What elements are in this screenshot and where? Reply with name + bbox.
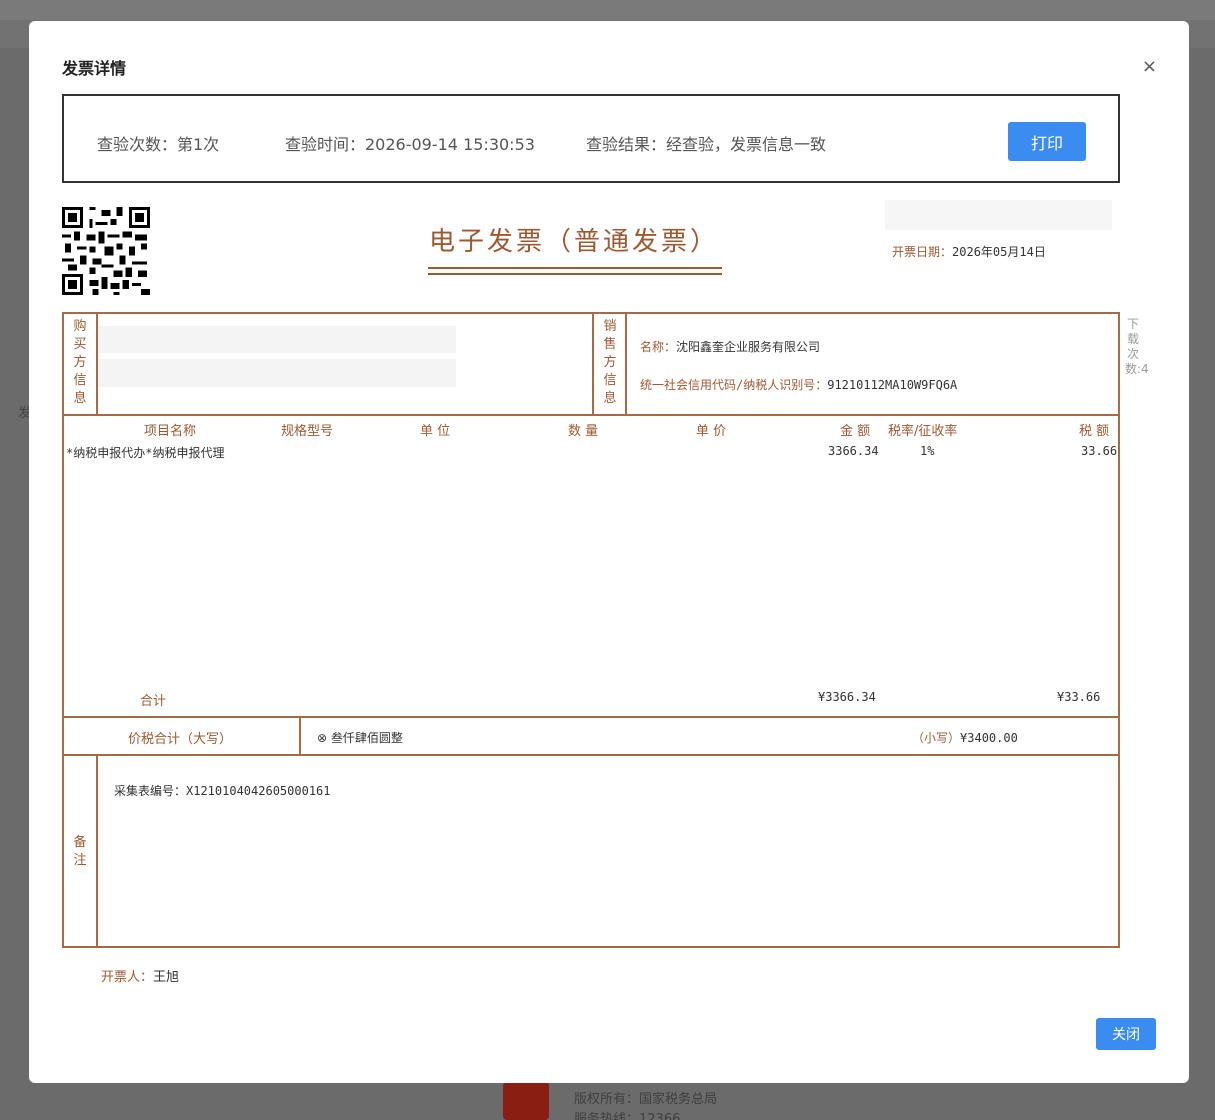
- seller-label-char: 销: [603, 319, 617, 334]
- divider: [299, 718, 301, 754]
- buyer-label-char: 方: [73, 355, 87, 370]
- seller-tax-id-label: 统一社会信用代码/纳税人识别号：: [640, 378, 828, 392]
- seller-name-value: 沈阳鑫奎企业服务有限公司: [676, 340, 821, 354]
- invoice-table: 购 买 方 信 息 销 售 方 信 息 名称：沈阳鑫奎企业服务有限公司 统一社会…: [62, 312, 1120, 948]
- title-underline: [428, 273, 722, 275]
- seller-tax-id: 统一社会信用代码/纳税人识别号：91210112MA10W9FQ6A: [640, 376, 957, 393]
- redacted-area: [885, 200, 1112, 230]
- remark-label-char: 备: [73, 835, 87, 850]
- issue-date-label: 开票日期：: [892, 245, 953, 259]
- remark-text: 采集表编号：X1210104042605000161: [114, 784, 331, 798]
- remark-label: 备 注: [64, 834, 96, 870]
- download-count: 下载次数:4: [1125, 317, 1149, 376]
- redacted-buyer-name: [98, 326, 456, 353]
- seller-label: 销 售 方 信 息: [594, 318, 626, 408]
- subtotal-label: 合计: [140, 694, 167, 709]
- invoice-detail-modal: 发票详情 × 查验次数：第1次 查验时间：2026-09-14 15:30:53…: [29, 21, 1189, 1083]
- col-amount: 金 额: [840, 424, 871, 439]
- seller-label-char: 息: [603, 391, 617, 406]
- print-button[interactable]: 打印: [1008, 122, 1086, 161]
- qr-code-icon: [62, 207, 150, 295]
- col-qty: 数 量: [568, 424, 599, 439]
- title-underline: [428, 267, 722, 269]
- col-tax-rate: 税率/征收率: [888, 424, 958, 439]
- seller-label-char: 信: [603, 373, 617, 388]
- seller-label-char: 方: [603, 355, 617, 370]
- divider: [625, 314, 627, 414]
- subtotal-tax: ¥33.66: [1057, 690, 1101, 704]
- close-icon[interactable]: ×: [1142, 56, 1157, 77]
- total-small: （小写）¥3400.00: [912, 729, 1018, 746]
- col-tax: 税 额: [1079, 424, 1110, 439]
- remark-label-char: 注: [73, 853, 87, 868]
- subtotal-amount: ¥3366.34: [818, 690, 876, 704]
- total-row: 价税合计（大写） ⊗ 叁仟肆佰圆整 （小写）¥3400.00: [64, 716, 1118, 756]
- invoice-title: 电子发票（普通发票）: [429, 227, 720, 257]
- verify-time: 查验时间：2026-09-14 15:30:53: [285, 135, 535, 154]
- col-unit: 单 位: [420, 424, 451, 439]
- invoice-drawer: 开票人：王旭: [101, 966, 179, 985]
- buyer-label: 购 买 方 信 息: [64, 318, 96, 408]
- issue-date: 开票日期：2026年05月14日: [892, 243, 1046, 260]
- drawer-name: 王旭: [153, 970, 180, 985]
- buyer-label-char: 购: [73, 319, 87, 334]
- col-spec: 规格型号: [281, 424, 334, 439]
- total-small-label: （小写）: [912, 731, 961, 745]
- seller-name-label: 名称：: [640, 340, 677, 354]
- col-item-name: 项目名称: [144, 424, 197, 439]
- item-amount: 3366.34: [828, 444, 879, 458]
- item-name: *纳税申报代办*纳税申报代理: [66, 446, 225, 460]
- party-section: 购 买 方 信 息 销 售 方 信 息 名称：沈阳鑫奎企业服务有限公司 统一社会…: [64, 314, 1118, 416]
- total-small-value: ¥3400.00: [960, 731, 1018, 745]
- redacted-buyer-tax-id: [98, 359, 456, 387]
- footer-copyright: 版权所有：国家税务总局: [574, 1092, 718, 1107]
- total-capital: ⊗ 叁仟肆佰圆整: [317, 731, 403, 745]
- issue-date-value: 2026年05月14日: [952, 245, 1046, 259]
- modal-title: 发票详情: [62, 59, 127, 78]
- seller-tax-id-value: 91210112MA10W9FQ6A: [827, 378, 958, 392]
- buyer-label-char: 息: [73, 391, 87, 406]
- item-tax-rate: 1%: [920, 444, 935, 458]
- item-tax: 33.66: [1081, 444, 1118, 458]
- footer-hotline: 服务热线：12366: [574, 1112, 681, 1120]
- total-capital-label: 价税合计（大写）: [128, 732, 233, 747]
- buyer-label-char: 信: [73, 373, 87, 388]
- background-footer: 版权所有：国家税务总局 服务热线：12366: [574, 1090, 717, 1120]
- seller-name: 名称：沈阳鑫奎企业服务有限公司: [640, 338, 820, 355]
- drawer-label: 开票人：: [101, 970, 154, 985]
- buyer-label-char: 买: [73, 337, 87, 352]
- col-unit-price: 单 价: [696, 424, 727, 439]
- close-button[interactable]: 关闭: [1096, 1018, 1156, 1050]
- verification-panel: 查验次数：第1次 查验时间：2026-09-14 15:30:53 查验结果：经…: [62, 94, 1120, 183]
- divider: [96, 756, 98, 946]
- background-header-bar: [0, 0, 1215, 20]
- seller-label-char: 售: [603, 337, 617, 352]
- tax-bureau-logo: [503, 1082, 549, 1120]
- verify-count: 查验次数：第1次: [97, 135, 220, 154]
- verify-result: 查验结果：经查验，发票信息一致: [586, 135, 827, 154]
